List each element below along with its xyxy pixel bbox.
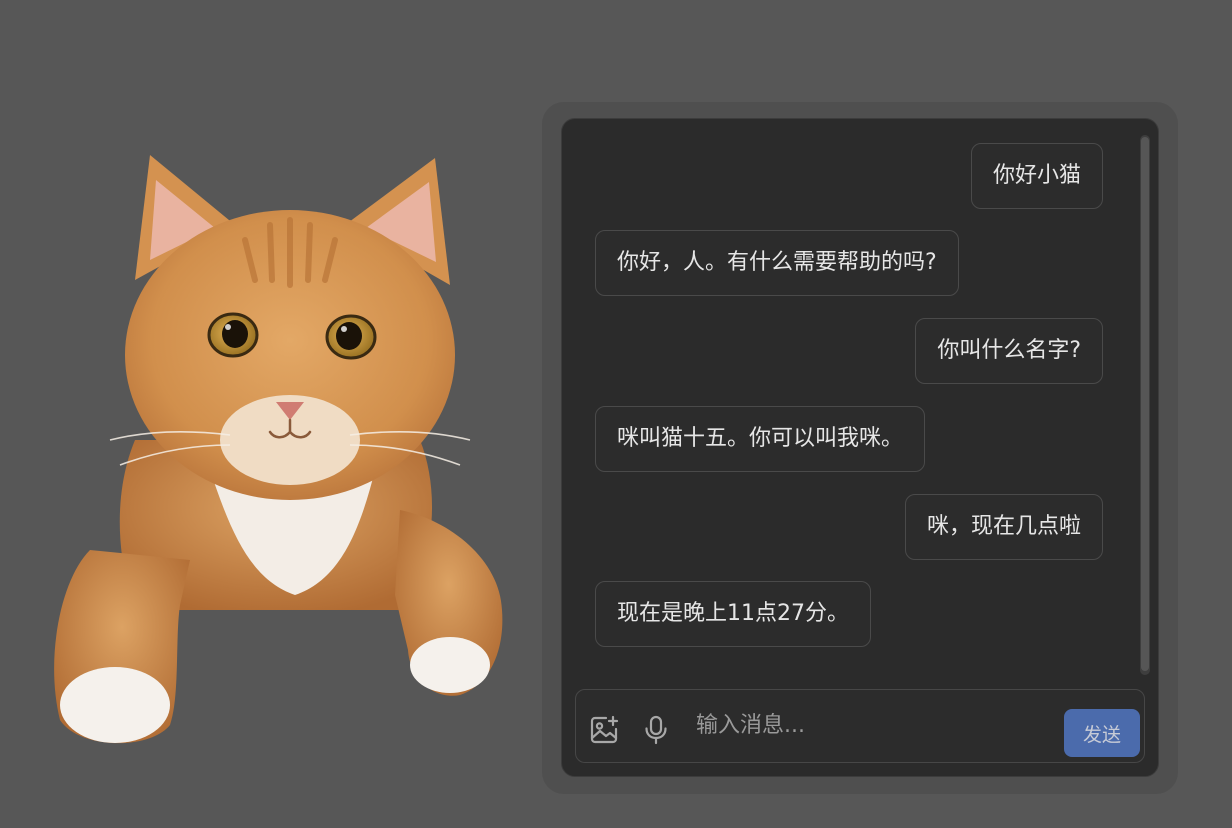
microphone-icon[interactable] <box>640 714 672 746</box>
user-message: 咪，现在几点啦 <box>904 494 1103 560</box>
message-composer: 发送 <box>575 689 1145 763</box>
cat-illustration <box>54 155 503 744</box>
cat-right-paw-toes <box>410 637 490 693</box>
user-message: 你好小猫 <box>970 143 1103 209</box>
app-stage: 你好小猫 你好，人。有什么需要帮助的吗? 你叫什么名字? 咪叫猫十五。你可以叫我… <box>0 0 1232 828</box>
cat-left-pupil <box>222 320 248 348</box>
chat-panel: 你好小猫 你好，人。有什么需要帮助的吗? 你叫什么名字? 咪叫猫十五。你可以叫我… <box>561 118 1159 777</box>
cat-right-pupil <box>336 322 362 350</box>
scrollbar-thumb[interactable] <box>1141 137 1149 671</box>
assistant-message: 你好，人。有什么需要帮助的吗? <box>595 230 959 296</box>
scrollbar[interactable] <box>1140 135 1150 675</box>
message-input[interactable] <box>694 704 1058 746</box>
cat-left-paw-toes <box>60 667 170 743</box>
message-list[interactable]: 你好小猫 你好，人。有什么需要帮助的吗? 你叫什么名字? 咪叫猫十五。你可以叫我… <box>562 119 1158 679</box>
send-button[interactable]: 发送 <box>1064 709 1140 757</box>
image-add-icon[interactable] <box>588 714 620 746</box>
assistant-message: 咪叫猫十五。你可以叫我咪。 <box>595 406 926 472</box>
assistant-message: 现在是晚上11点27分。 <box>595 581 871 647</box>
user-message: 你叫什么名字? <box>915 318 1103 384</box>
